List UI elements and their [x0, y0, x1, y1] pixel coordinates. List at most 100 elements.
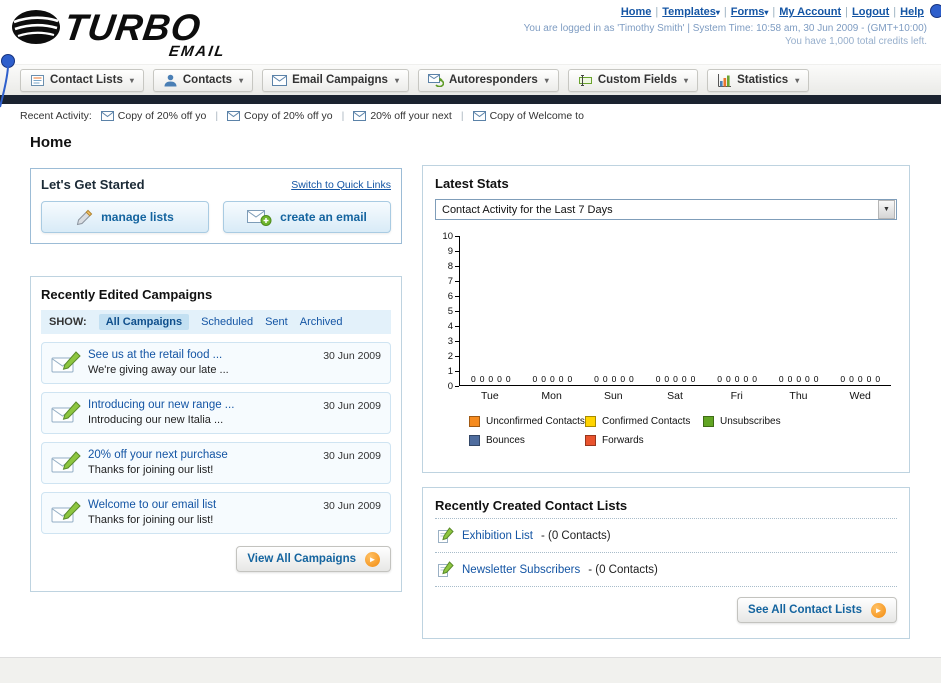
contact-list-link[interactable]: Exhibition List: [462, 530, 533, 542]
campaign-link[interactable]: See us at the retail food ...: [88, 349, 306, 361]
recent-activity-text: Copy of Welcome to: [489, 110, 584, 122]
credits-info: You have 1,000 total credits left.: [785, 36, 927, 47]
see-all-contact-lists-button[interactable]: See All Contact Lists ►: [737, 597, 897, 623]
pencil-icon: [76, 209, 93, 226]
filter-scheduled[interactable]: Scheduled: [201, 316, 253, 328]
campaign-link[interactable]: Introducing our new range ...: [88, 399, 306, 411]
legend-item: Bounces: [469, 435, 585, 446]
campaign-row: Welcome to our email list Thanks for join…: [41, 492, 391, 534]
campaign-link[interactable]: 20% off your next purchase: [88, 449, 306, 461]
envelope-icon: [100, 111, 114, 121]
chart-value: 0: [567, 374, 573, 384]
top-link-logout[interactable]: Logout: [852, 6, 889, 18]
chart-value: 0: [541, 374, 546, 384]
campaign-subject: Thanks for joining our list!: [88, 464, 214, 476]
tab-email-campaigns[interactable]: Email Campaigns ▾: [262, 68, 409, 92]
separator: |: [893, 6, 897, 18]
chart-value: 0: [602, 374, 608, 384]
x-tick-label: Sun: [603, 390, 623, 402]
create-email-label: create an email: [280, 210, 367, 224]
manage-lists-button[interactable]: manage lists: [41, 201, 209, 233]
contacts-icon: [163, 73, 178, 88]
tab-custom-fields[interactable]: Custom Fields ▾: [567, 68, 699, 92]
filter-sent[interactable]: Sent: [265, 316, 288, 328]
latest-stats-panel: Latest Stats Contact Activity for the La…: [422, 165, 910, 473]
recent-activity-item[interactable]: 20% off your next: [353, 110, 452, 122]
chart-value: 0: [664, 374, 670, 384]
chart-value: 0: [849, 374, 854, 384]
logo-text: TURBO: [62, 6, 204, 48]
chart-value-group: 00000: [460, 236, 522, 385]
left-marker-dot: [0, 54, 15, 108]
view-all-campaigns-button[interactable]: View All Campaigns ►: [236, 546, 391, 572]
chart-value: 0: [479, 374, 485, 384]
filter-archived[interactable]: Archived: [300, 316, 343, 328]
recent-campaigns-panel: Recently Edited Campaigns SHOW: All Camp…: [30, 276, 402, 592]
chart-value: 0: [673, 374, 678, 384]
header-right: Home | Templates ▾ | Forms ▾ | My Account | Logo…: [524, 6, 927, 47]
campaign-subject: Introducing our new Italia ...: [88, 414, 224, 426]
legend-label: Forwards: [602, 435, 644, 446]
x-tick-label: Wed: [849, 390, 871, 402]
chart-value: 0: [550, 374, 555, 384]
contact-list-link[interactable]: Newsletter Subscribers: [462, 564, 580, 576]
recent-activity-item[interactable]: Copy of Welcome to: [472, 110, 584, 122]
create-email-button[interactable]: create an email: [223, 201, 391, 233]
recent-activity-item[interactable]: Copy of 20% off yo: [227, 110, 333, 122]
top-link-home[interactable]: Home: [621, 6, 652, 18]
chart-value: 0: [857, 374, 863, 384]
tab-contacts[interactable]: Contacts ▾: [152, 68, 254, 92]
see-all-contact-lists-label: See All Contact Lists: [748, 604, 862, 616]
arrow-right-icon: ►: [365, 551, 380, 567]
campaign-link[interactable]: Welcome to our email list: [88, 499, 306, 511]
top-link-my-account[interactable]: My Account: [779, 6, 841, 18]
campaign-edit-icon: [51, 451, 81, 478]
recent-activity-text: 20% off your next: [370, 110, 452, 122]
legend-swatch: [585, 416, 596, 427]
campaign-list: See us at the retail food ... We're givin…: [41, 342, 391, 534]
separator: |: [460, 110, 464, 122]
chart-value: 0: [743, 374, 749, 384]
arrow-right-icon: ►: [871, 602, 886, 618]
x-tick-label: Thu: [789, 390, 808, 402]
chart-value: 0: [505, 374, 511, 384]
chart-value: 0: [655, 374, 661, 384]
contact-list-count: - (0 Contacts): [588, 563, 658, 576]
tab-label: Contacts: [182, 74, 233, 86]
header: TURBO EMAIL Home | Templates ▾ | Forms ▾ | My …: [0, 0, 941, 64]
recent-activity-text: Copy of 20% off yo: [244, 110, 333, 122]
envelope-icon: [227, 111, 241, 121]
tab-contact-lists[interactable]: Contact Lists ▾: [20, 68, 144, 92]
top-link-templates[interactable]: Templates ▾: [662, 6, 720, 18]
chart-value: 0: [717, 374, 722, 384]
filter-all-campaigns[interactable]: All Campaigns: [98, 314, 190, 330]
envelope-icon: [353, 111, 367, 121]
recent-activity-text: Copy of 20% off yo: [117, 110, 207, 122]
contact-list-row: Exhibition List - (0 Contacts): [435, 518, 897, 552]
switch-quick-links-link[interactable]: Switch to Quick Links: [291, 179, 391, 191]
chart-value: 0: [813, 374, 819, 384]
chart-value-group: 00000: [768, 236, 830, 385]
chevron-down-icon: ▾: [715, 8, 720, 17]
chart-value: 0: [787, 374, 793, 384]
list-edit-icon: [437, 527, 454, 544]
recent-activity-item[interactable]: Copy of 20% off yo: [100, 110, 207, 122]
tab-label: Statistics: [737, 74, 789, 86]
top-links: Home | Templates ▾ | Forms ▾ | My Account | Logo…: [524, 6, 927, 18]
recent-activity-items: Copy of 20% off yo | Copy of 20% off yo | 20…: [92, 110, 584, 122]
stats-period-select[interactable]: Contact Activity for the Last 7 Days ▼: [435, 199, 897, 220]
view-all-campaigns-label: View All Campaigns: [247, 553, 356, 565]
email-campaigns-icon: [272, 74, 288, 86]
chevron-down-icon: ▾: [239, 75, 244, 85]
top-link-help[interactable]: Help: [900, 6, 924, 18]
tab-statistics[interactable]: Statistics ▾: [707, 68, 810, 92]
separator: |: [215, 110, 219, 122]
tab-autoresponders[interactable]: Autoresponders ▾: [417, 68, 559, 92]
chevron-down-icon: ▾: [795, 75, 800, 85]
legend-label: Bounces: [486, 435, 525, 446]
chevron-down-icon: ▾: [684, 75, 689, 85]
campaign-date: 30 Jun 2009: [323, 350, 381, 362]
chart-value: 0: [796, 374, 802, 384]
top-link-forms[interactable]: Forms ▾: [731, 6, 769, 18]
separator: |: [772, 6, 776, 18]
